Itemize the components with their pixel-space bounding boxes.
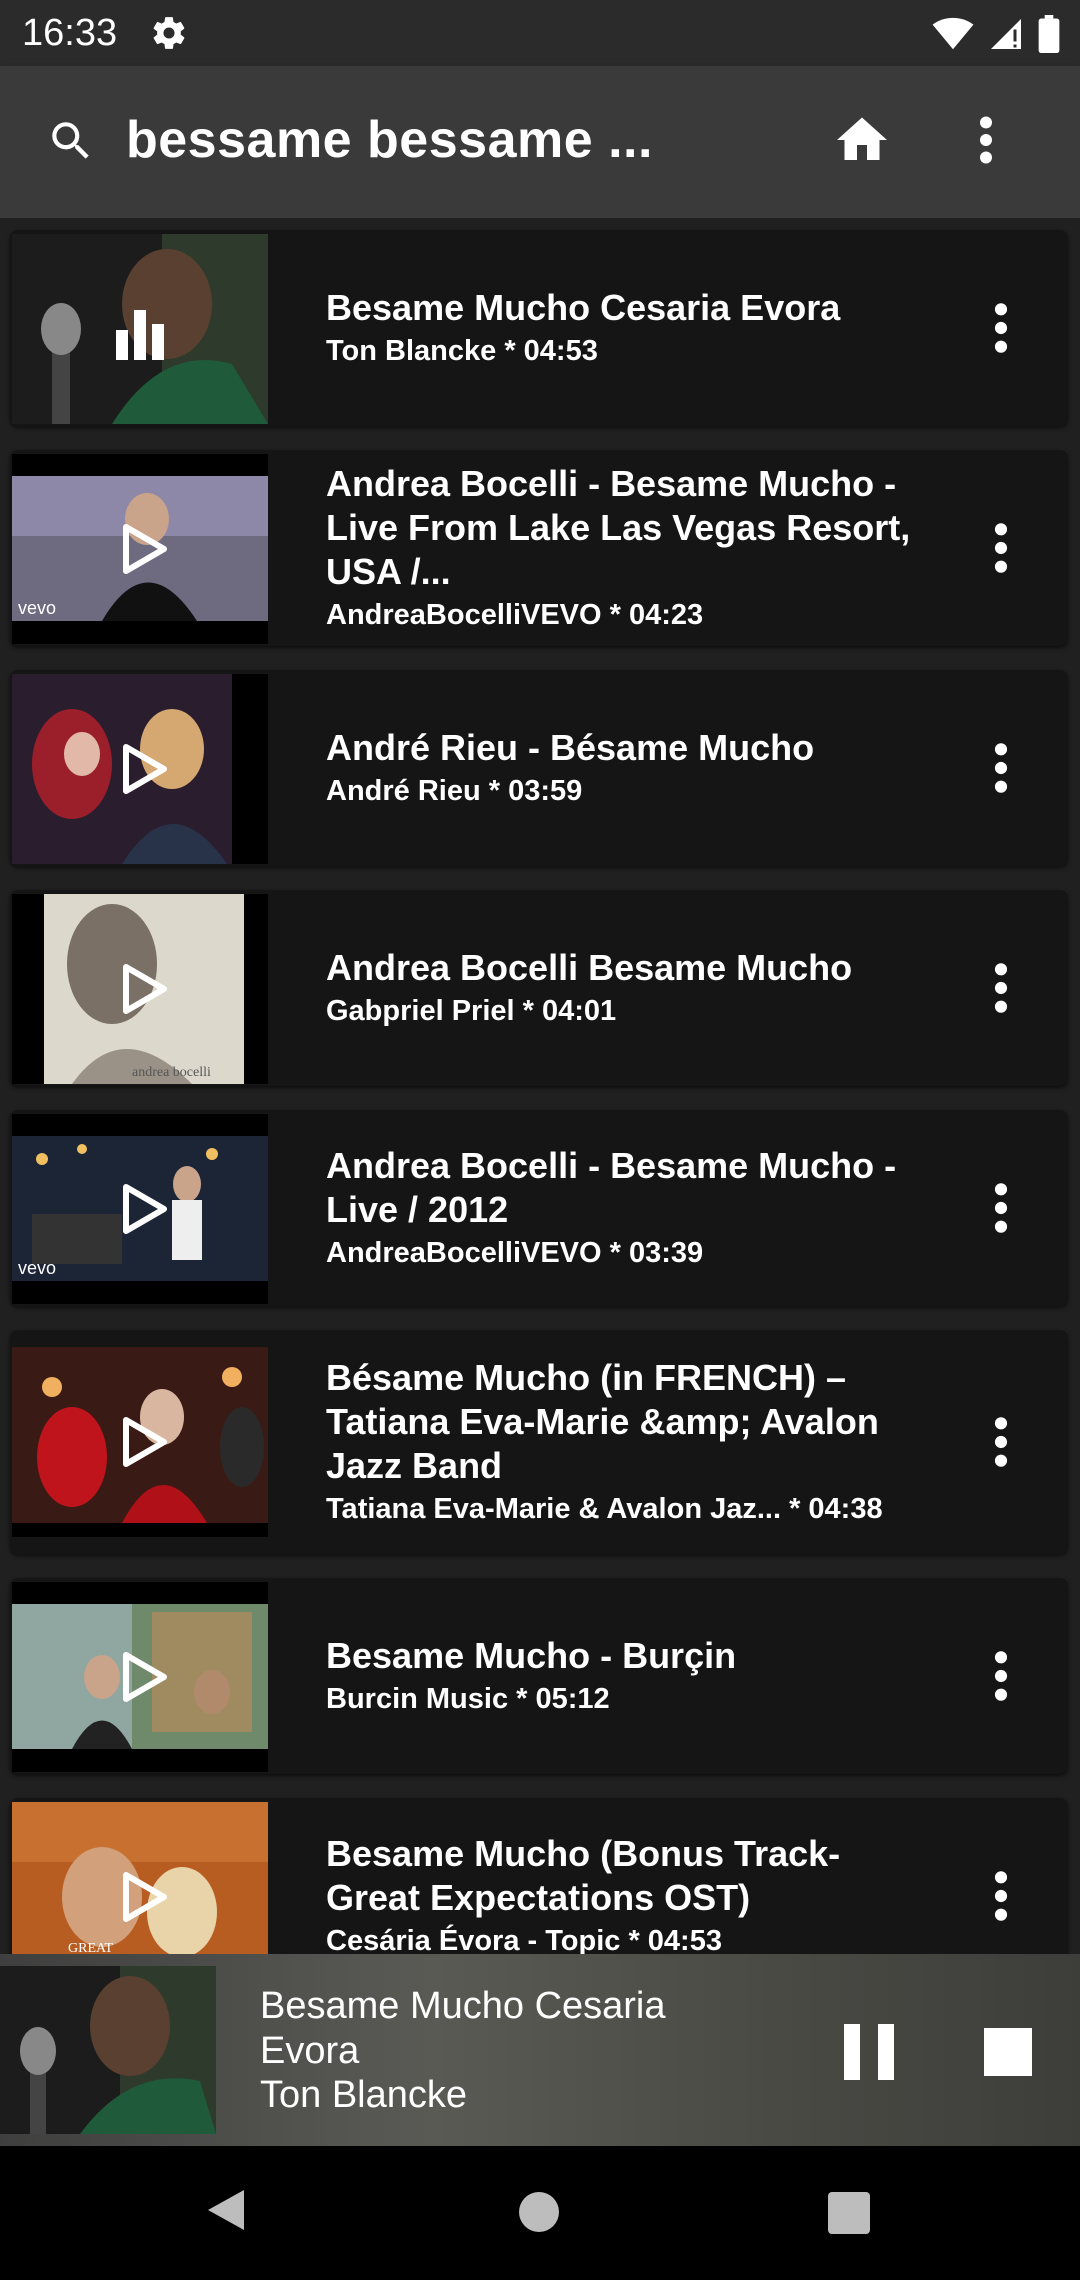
search-query-text[interactable]: bessame bessame ... xyxy=(126,110,653,170)
play-icon xyxy=(123,1652,167,1702)
back-icon[interactable] xyxy=(206,2188,246,2232)
now-playing-bars-icon xyxy=(116,310,164,360)
result-subtitle: Tatiana Eva-Marie & Avalon Jaz... * 04:3… xyxy=(326,1493,883,1525)
result-subtitle: AndreaBocelliVEVO * 03:39 xyxy=(326,1237,704,1269)
result-subtitle: AndreaBocelliVEVO * 04:23 xyxy=(326,599,704,631)
video-thumbnail[interactable]: GREAT xyxy=(12,1802,268,1954)
result-text: Andrea Bocelli - Besame Mucho - Live Fro… xyxy=(326,450,916,646)
video-thumbnail[interactable] xyxy=(12,1582,268,1772)
result-card[interactable]: vevo Andrea Bocelli - Besame Mucho - Liv… xyxy=(10,1110,1068,1306)
album-label: andrea bocelli xyxy=(132,1065,211,1080)
play-icon xyxy=(123,1872,167,1922)
result-text: André Rieu - Bésame Mucho André Rieu * 0… xyxy=(326,670,916,866)
mini-player-title: Besame Mucho Cesaria Evora xyxy=(260,1985,666,2072)
item-more-options-icon[interactable] xyxy=(986,740,1016,796)
play-icon xyxy=(123,964,167,1014)
result-text: Besame Mucho (Bonus Track-Great Expectat… xyxy=(326,1798,916,1954)
status-bar: 16:33 xyxy=(0,0,1080,66)
battery-icon xyxy=(1038,15,1060,53)
video-thumbnail[interactable] xyxy=(12,234,268,424)
item-more-options-icon[interactable] xyxy=(986,1648,1016,1704)
video-thumbnail[interactable]: andrea bocelli xyxy=(12,894,268,1084)
search-icon[interactable] xyxy=(46,116,96,166)
result-text: Besame Mucho Cesaria Evora Ton Blancke *… xyxy=(326,230,916,426)
play-icon xyxy=(123,744,167,794)
result-card[interactable]: Bésame Mucho (in FRENCH) – Tatiana Eva-M… xyxy=(10,1330,1068,1554)
result-text: Andrea Bocelli - Besame Mucho - Live / 2… xyxy=(326,1110,916,1306)
search-results-list[interactable]: Besame Mucho Cesaria Evora Ton Blancke *… xyxy=(0,218,1080,1954)
result-title: Besame Mucho Cesaria Evora xyxy=(326,287,841,328)
mini-player[interactable]: Besame Mucho Cesaria Evora Ton Blancke xyxy=(0,1954,1080,2146)
result-title: Andrea Bocelli - Besame Mucho - Live Fro… xyxy=(326,463,911,592)
stop-button[interactable] xyxy=(984,2028,1032,2076)
item-more-options-icon[interactable] xyxy=(986,1414,1016,1470)
result-text: Besame Mucho - Burçin Burcin Music * 05:… xyxy=(326,1578,916,1774)
result-card[interactable]: Besame Mucho Cesaria Evora Ton Blancke *… xyxy=(10,230,1068,426)
video-thumbnail[interactable]: vevo xyxy=(12,1114,268,1304)
item-more-options-icon[interactable] xyxy=(986,300,1016,356)
home-circle-icon[interactable] xyxy=(519,2192,559,2232)
result-subtitle: Ton Blancke * 04:53 xyxy=(326,335,598,367)
play-icon xyxy=(123,1417,167,1467)
vevo-label: vevo xyxy=(18,1258,56,1278)
mini-player-thumbnail[interactable] xyxy=(0,1966,216,2134)
result-title: André Rieu - Bésame Mucho xyxy=(326,727,815,768)
result-title: Andrea Bocelli - Besame Mucho - Live / 2… xyxy=(326,1145,897,1230)
item-more-options-icon[interactable] xyxy=(986,520,1016,576)
result-title: Bésame Mucho (in FRENCH) – Tatiana Eva-M… xyxy=(326,1357,879,1486)
result-title: Besame Mucho (Bonus Track-Great Expectat… xyxy=(326,1833,841,1918)
result-card[interactable]: André Rieu - Bésame Mucho André Rieu * 0… xyxy=(10,670,1068,866)
video-thumbnail[interactable]: vevo xyxy=(12,454,268,644)
wifi-icon xyxy=(932,17,974,50)
more-options-icon[interactable] xyxy=(966,110,1006,170)
result-title: Andrea Bocelli Besame Mucho xyxy=(326,947,853,988)
result-subtitle: André Rieu * 03:59 xyxy=(326,775,583,807)
cellular-signal-icon xyxy=(991,19,1021,49)
album-label: GREAT xyxy=(68,1941,114,1954)
item-more-options-icon[interactable] xyxy=(986,960,1016,1016)
status-time: 16:33 xyxy=(22,12,118,54)
pause-button[interactable] xyxy=(842,2024,898,2080)
video-thumbnail[interactable] xyxy=(12,1347,268,1537)
result-text: Bésame Mucho (in FRENCH) – Tatiana Eva-M… xyxy=(326,1330,916,1554)
result-card[interactable]: GREAT Besame Mucho (Bonus Track-Great Ex… xyxy=(10,1798,1068,1954)
result-card[interactable]: vevo Andrea Bocelli - Besame Mucho - Liv… xyxy=(10,450,1068,646)
result-card[interactable]: andrea bocelli Andrea Bocelli Besame Muc… xyxy=(10,890,1068,1086)
play-icon xyxy=(123,1184,167,1234)
result-text: Andrea Bocelli Besame Mucho Gabpriel Pri… xyxy=(326,890,916,1086)
mini-player-artwork xyxy=(0,1966,216,2134)
result-title: Besame Mucho - Burçin xyxy=(326,1635,737,1676)
vevo-label: vevo xyxy=(18,598,56,618)
search-toolbar: bessame bessame ... xyxy=(0,66,1080,218)
result-card[interactable]: Besame Mucho - Burçin Burcin Music * 05:… xyxy=(10,1578,1068,1774)
recent-apps-icon[interactable] xyxy=(828,2192,870,2234)
video-thumbnail[interactable] xyxy=(12,674,268,864)
result-subtitle: Gabpriel Priel * 04:01 xyxy=(326,995,617,1027)
home-icon[interactable] xyxy=(832,110,892,170)
result-subtitle: Burcin Music * 05:12 xyxy=(326,1683,610,1715)
system-navigation-bar xyxy=(0,2146,1080,2280)
settings-gear-icon xyxy=(153,17,185,49)
item-more-options-icon[interactable] xyxy=(986,1868,1016,1924)
result-subtitle: Cesária Évora - Topic * 04:53 xyxy=(326,1925,722,1954)
status-icons xyxy=(932,12,1060,56)
mini-player-artist: Ton Blancke xyxy=(260,2074,468,2116)
play-icon xyxy=(123,524,167,574)
item-more-options-icon[interactable] xyxy=(986,1180,1016,1236)
